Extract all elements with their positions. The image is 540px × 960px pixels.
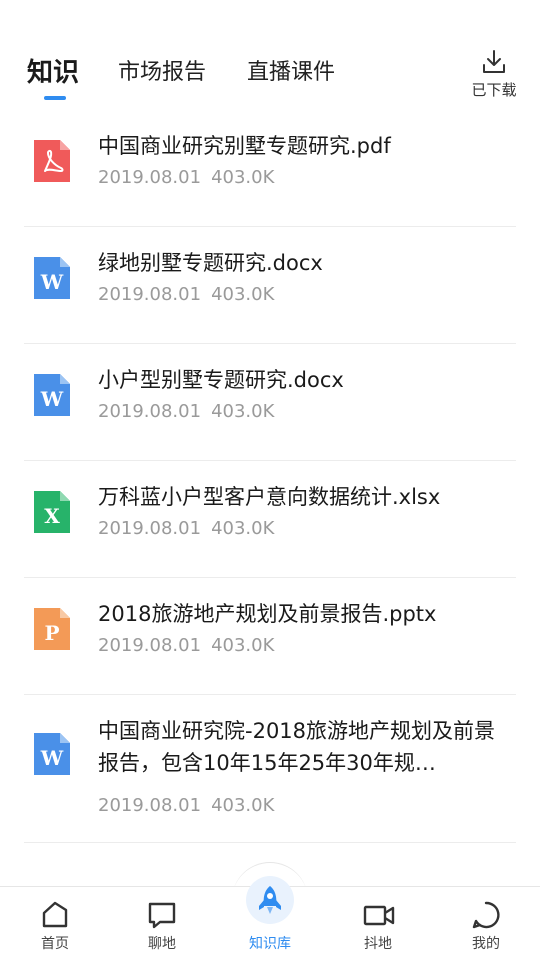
- file-name: 中国商业研究院-2018旅游地产规划及前景报告，包含10年15年25年30年规…: [98, 719, 496, 775]
- nav-item-profile[interactable]: 我的: [446, 887, 526, 960]
- ppt-file-icon: P: [34, 608, 70, 650]
- file-date: 2019.08.01: [98, 401, 202, 422]
- rocket-icon: [259, 886, 281, 914]
- file-icon-letter: W: [40, 387, 64, 411]
- file-row[interactable]: X 万科蓝小户型客户意向数据统计.xlsx 2019.08.01 403.0K: [0, 461, 540, 578]
- nav-label: 首页: [41, 936, 69, 952]
- file-row[interactable]: W 绿地别墅专题研究.docx 2019.08.01 403.0K: [0, 227, 540, 344]
- file-icon-letter: W: [40, 746, 64, 770]
- word-file-icon: W: [34, 257, 70, 299]
- download-icon: [483, 50, 505, 73]
- file-date: 2019.08.01: [98, 635, 202, 656]
- file-row[interactable]: P 2018旅游地产规划及前景报告.pptx 2019.08.01 403.0K: [0, 578, 540, 695]
- downloaded-label: 已下载: [471, 81, 517, 99]
- file-size: 403.0K: [211, 795, 275, 816]
- word-file-icon: W: [34, 374, 70, 416]
- downloaded-button[interactable]: 已下载: [462, 46, 526, 100]
- nav-label: 知识库: [249, 936, 291, 952]
- file-name: 中国商业研究别墅专题研究.pdf: [98, 134, 391, 158]
- file-meta: 2019.08.01 403.0K: [98, 518, 274, 539]
- file-meta: 2019.08.01 403.0K: [98, 635, 274, 656]
- file-size: 403.0K: [211, 518, 275, 539]
- nav-label: 抖地: [364, 936, 392, 952]
- file-name: 2018旅游地产规划及前景报告.pptx: [98, 602, 437, 626]
- app-screen: 知识 市场报告 直播课件 已下载 中国商业研究别墅专题研究.pdf 2019.0…: [0, 0, 540, 960]
- nav-label: 我的: [472, 936, 500, 952]
- pdf-file-icon: [34, 140, 70, 182]
- file-icon-letter: P: [44, 621, 59, 645]
- file-icon-letter: W: [40, 270, 64, 294]
- file-row[interactable]: W 小户型别墅专题研究.docx 2019.08.01 403.0K: [0, 344, 540, 461]
- file-list: 中国商业研究别墅专题研究.pdf 2019.08.01 403.0K W 绿地别墅…: [0, 110, 540, 843]
- row-divider: [24, 842, 516, 843]
- file-meta: 2019.08.01 403.0K: [98, 167, 274, 188]
- file-size: 403.0K: [211, 284, 275, 305]
- file-size: 403.0K: [211, 635, 275, 656]
- file-size: 403.0K: [211, 167, 275, 188]
- file-date: 2019.08.01: [98, 795, 202, 816]
- file-row[interactable]: W 中国商业研究院-2018旅游地产规划及前景报告，包含10年15年25年30年…: [0, 695, 540, 843]
- file-meta: 2019.08.01 403.0K: [98, 795, 274, 816]
- tab-live-courseware[interactable]: 直播课件: [247, 56, 335, 90]
- excel-file-icon: X: [34, 491, 70, 533]
- file-icon-letter: X: [44, 504, 60, 528]
- video-icon: [363, 905, 395, 926]
- word-file-icon: W: [34, 733, 70, 775]
- file-row[interactable]: 中国商业研究别墅专题研究.pdf 2019.08.01 403.0K: [0, 110, 540, 227]
- nav-item-home[interactable]: 首页: [15, 887, 95, 960]
- file-name: 万科蓝小户型客户意向数据统计.xlsx: [98, 485, 441, 509]
- file-name: 小户型别墅专题研究.docx: [98, 368, 344, 392]
- file-size: 403.0K: [211, 401, 275, 422]
- top-tab-bar: 知识 市场报告 直播课件 已下载: [0, 0, 540, 110]
- file-name: 绿地别墅专题研究.docx: [98, 251, 323, 275]
- nav-item-video[interactable]: 抖地: [338, 887, 418, 960]
- nav-item-chat[interactable]: 聊地: [122, 887, 202, 960]
- active-tab-indicator: [44, 96, 66, 100]
- chat-icon: [148, 902, 176, 929]
- home-icon: [42, 901, 68, 928]
- tab-knowledge[interactable]: 知识: [27, 56, 79, 90]
- file-date: 2019.08.01: [98, 518, 202, 539]
- knowledge-base-active-badge[interactable]: [246, 876, 294, 924]
- file-meta: 2019.08.01 403.0K: [98, 284, 274, 305]
- tab-market-report[interactable]: 市场报告: [118, 56, 206, 90]
- file-date: 2019.08.01: [98, 284, 202, 305]
- file-date: 2019.08.01: [98, 167, 202, 188]
- nav-label: 聊地: [148, 936, 176, 952]
- profile-icon: [472, 901, 500, 929]
- file-meta: 2019.08.01 403.0K: [98, 401, 274, 422]
